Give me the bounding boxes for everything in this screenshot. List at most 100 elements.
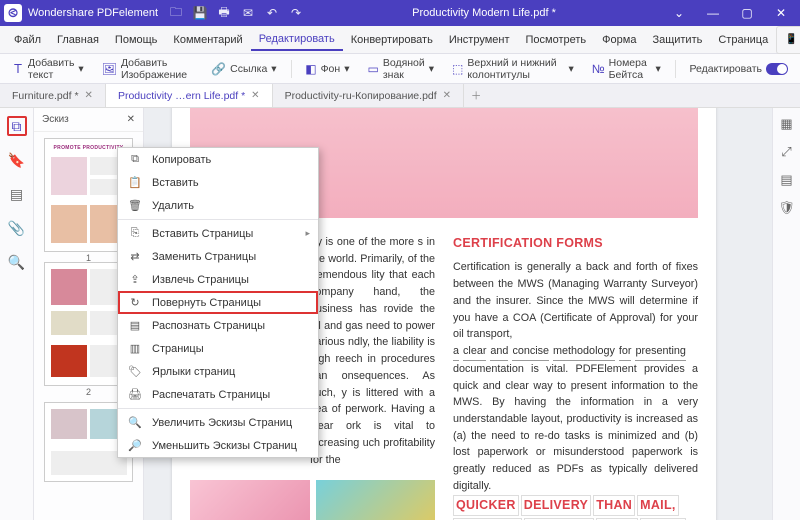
- link-icon: 🔗: [211, 62, 226, 76]
- thumbnails-icon[interactable]: ⧉: [7, 116, 27, 136]
- minimize-icon[interactable]: —: [698, 3, 728, 23]
- qat-mail-icon[interactable]: ✉: [240, 5, 256, 21]
- ctx-insert-pages[interactable]: ⎘Вставить Страницы▸: [118, 222, 318, 245]
- right-sidebar: ▦ ⤢ ▤ 🛡: [772, 108, 800, 520]
- ctx-print-pages[interactable]: 🖨Распечатать Страницы: [118, 383, 318, 406]
- tool-link[interactable]: 🔗Ссылка ▾: [207, 60, 280, 78]
- tool-header-footer[interactable]: ⬚Верхний и нижний колонтитулы ▾: [448, 55, 578, 83]
- panel-close-icon[interactable]: ✕: [127, 114, 135, 125]
- thumb-number: 2: [86, 387, 91, 397]
- menu-help[interactable]: Помощь: [107, 30, 166, 50]
- inline-image[interactable]: [316, 480, 436, 520]
- menu-edit[interactable]: Редактировать: [251, 29, 343, 51]
- properties-icon[interactable]: ▦: [780, 116, 792, 132]
- bates-icon: №: [592, 62, 605, 76]
- ctx-delete[interactable]: 🗑Удалить: [118, 194, 318, 217]
- background-icon: ◧: [305, 62, 316, 76]
- app-logo-icon: ⧀: [4, 4, 22, 22]
- pages-icon: ▥: [128, 342, 142, 355]
- qat-print-icon[interactable]: 🖶: [216, 5, 232, 21]
- print-icon: 🖨: [128, 388, 142, 401]
- ctx-zoom-out-thumbs[interactable]: 🔎Уменьшить Эскизы Страниц: [118, 434, 318, 457]
- tab-close-icon[interactable]: ✕: [251, 90, 259, 101]
- qat-open-icon[interactable]: 🗀: [168, 5, 184, 21]
- tab-productivity-copy[interactable]: Productivity-ru-Копирование.pdf✕: [273, 84, 465, 107]
- security-icon[interactable]: 🛡: [778, 200, 795, 216]
- text-icon: Ｔ: [12, 60, 24, 77]
- titlebar: ⧀ Wondershare PDFelement 🗀 💾 🖶 ✉ ↶ ↷ Pro…: [0, 0, 800, 26]
- watermark-icon: ▭: [367, 62, 378, 76]
- ocr-icon: ▤: [128, 319, 142, 332]
- bookmark-icon[interactable]: 🔖: [7, 150, 27, 170]
- menu-file[interactable]: Файл: [6, 30, 49, 50]
- delete-icon: 🗑: [128, 199, 142, 212]
- inline-image[interactable]: [190, 480, 310, 520]
- ctx-pages[interactable]: ▥Страницы: [118, 337, 318, 360]
- body-text[interactable]: Certification is generally a back and fo…: [453, 259, 698, 494]
- tab-close-icon[interactable]: ✕: [85, 90, 93, 101]
- qat-undo-icon[interactable]: ↶: [264, 5, 280, 21]
- ctx-extract-pages[interactable]: ⇪Извлечь Страницы: [118, 268, 318, 291]
- tab-close-icon[interactable]: ✕: [443, 90, 451, 101]
- edit-toggle[interactable]: [766, 63, 788, 75]
- tab-furniture[interactable]: Furniture.pdf *✕: [0, 84, 106, 107]
- ctx-paste[interactable]: 📋Вставить: [118, 171, 318, 194]
- menu-view[interactable]: Посмотреть: [518, 30, 595, 50]
- close-icon[interactable]: ✕: [766, 3, 796, 23]
- ctx-ocr-pages[interactable]: ▤Распознать Страницы: [118, 314, 318, 337]
- search-icon[interactable]: 🔍: [7, 252, 27, 272]
- zoom-out-icon: 🔎: [128, 439, 142, 452]
- maximize-icon[interactable]: ▢: [732, 3, 762, 23]
- paste-icon: 📋: [128, 176, 142, 189]
- edit-toolbar: ＴДобавить текст ▾ 🖼Добавить Изображение …: [0, 54, 800, 84]
- document-title: Productivity Modern Life.pdf *: [304, 7, 664, 19]
- document-tabs: Furniture.pdf *✕ Productivity …ern Life.…: [0, 84, 800, 108]
- menu-protect[interactable]: Защитить: [644, 30, 710, 50]
- tool-edit-mode[interactable]: Редактировать: [685, 61, 792, 77]
- qat-redo-icon[interactable]: ↷: [288, 5, 304, 21]
- window-controls: ⌄ — ▢ ✕: [664, 3, 796, 23]
- device-switcher[interactable]: 📱iPhone / iPad: [776, 26, 800, 54]
- page-context-menu: ⧉Копировать 📋Вставить 🗑Удалить ⎘Вставить…: [117, 147, 319, 458]
- ctx-zoom-in-thumbs[interactable]: 🔍Увеличить Эскизы Страниц: [118, 411, 318, 434]
- app-brand: Wondershare PDFelement: [28, 7, 158, 19]
- layers2-icon[interactable]: ▤: [780, 172, 792, 188]
- tab-productivity[interactable]: Productivity …ern Life.pdf *✕: [106, 84, 273, 107]
- chevron-right-icon: ▸: [305, 228, 310, 239]
- heading-certification[interactable]: CERTIFICATION FORMS: [453, 234, 698, 253]
- header-footer-icon: ⬚: [452, 62, 463, 76]
- rotate-icon: ↻: [128, 296, 142, 309]
- qat-save-icon[interactable]: 💾: [192, 5, 208, 21]
- zoom-in-icon: 🔍: [128, 416, 142, 429]
- thumbnail-panel-header: Эскиз ✕: [34, 108, 143, 132]
- right-column: CERTIFICATION FORMS Certification is gen…: [453, 234, 698, 520]
- tool-background[interactable]: ◧Фон ▾: [301, 60, 353, 78]
- menu-home[interactable]: Главная: [49, 30, 107, 50]
- menu-tool[interactable]: Инструмент: [441, 30, 518, 50]
- menu-comment[interactable]: Комментарий: [165, 30, 250, 50]
- extract-icon: ⇪: [128, 273, 142, 286]
- tool-add-text[interactable]: ＴДобавить текст ▾: [8, 55, 88, 83]
- expand-icon[interactable]: ⤢: [781, 144, 791, 160]
- left-sidebar: ⧉ 🔖 ▤ 📎 🔍: [0, 108, 34, 520]
- ctx-copy[interactable]: ⧉Копировать: [118, 148, 318, 171]
- menu-page[interactable]: Страница: [710, 30, 776, 50]
- tool-bates[interactable]: №Номера Бейтса ▾: [588, 55, 665, 83]
- copy-icon: ⧉: [128, 153, 142, 166]
- labels-icon: 🏷: [128, 365, 142, 378]
- ctx-rotate-pages[interactable]: ↻Повернуть Страницы: [118, 291, 318, 314]
- menu-form[interactable]: Форма: [594, 30, 644, 50]
- dropdown-icon[interactable]: ⌄: [664, 3, 694, 23]
- attachment-icon[interactable]: 📎: [7, 218, 27, 238]
- tool-add-image[interactable]: 🖼Добавить Изображение: [98, 55, 197, 83]
- insert-icon: ⎘: [128, 227, 142, 240]
- menu-convert[interactable]: Конвертировать: [343, 30, 441, 50]
- ctx-page-labels[interactable]: 🏷Ярлыки страниц: [118, 360, 318, 383]
- menubar: Файл Главная Помощь Комментарий Редактир…: [0, 26, 800, 54]
- ctx-replace-pages[interactable]: ⇄Заменить Страницы: [118, 245, 318, 268]
- replace-icon: ⇄: [128, 250, 142, 263]
- tool-watermark[interactable]: ▭Водяной знак ▾: [363, 55, 438, 83]
- heading-quicker[interactable]: QUICKERDELIVERYTHANMAIL,CLEARERDELIVERYT…: [453, 495, 698, 520]
- layers-icon[interactable]: ▤: [7, 184, 27, 204]
- tab-add[interactable]: ＋: [464, 84, 488, 107]
